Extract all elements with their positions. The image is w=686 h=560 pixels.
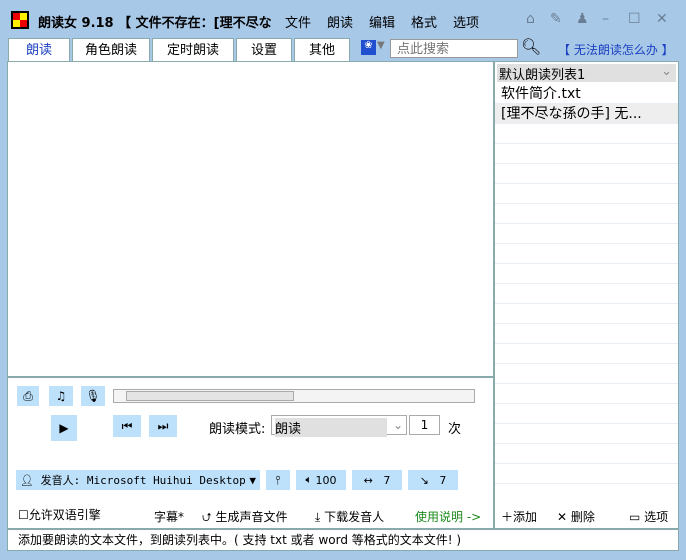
pitch-control[interactable]: ↘ 7: [408, 470, 458, 490]
import-icon[interactable]: ⎙: [17, 386, 39, 406]
control-panel: ⎙ ♫ 🎙︎ ▶ ⏮ ⏭ 朗读模式: 朗读 ⌄ 1 次 👤︎ 发音人: Micro…: [7, 377, 494, 529]
voice-test-icon[interactable]: ⫯: [266, 470, 290, 490]
subtitle-button[interactable]: 字幕*: [154, 508, 184, 525]
download-voice-button[interactable]: ⤓ 下载发音人: [315, 508, 384, 525]
playlist-select[interactable]: 默认朗读列表1 ⌄: [497, 64, 676, 83]
microphone-icon[interactable]: 🎙︎: [81, 386, 105, 406]
progress-scrollbar[interactable]: [113, 389, 475, 403]
app-logo-icon: [11, 11, 29, 29]
repeat-unit: 次: [448, 422, 462, 437]
chevron-down-icon[interactable]: ▼: [377, 40, 385, 51]
voice-select[interactable]: 👤︎ 发音人: Microsoft Huihui Desktop ▼: [16, 470, 260, 490]
home-icon[interactable]: ⌂: [526, 11, 535, 27]
bilingual-checkbox[interactable]: ☐允许双语引擎: [18, 506, 101, 523]
app-title: 朗读女 9.18 【 文件不存在：[理不尽な: [38, 16, 272, 31]
maximize-button[interactable]: ☐: [628, 11, 641, 27]
volume-control[interactable]: 🔈︎ 100: [296, 470, 346, 490]
list-item[interactable]: 软件简介.txt: [495, 84, 678, 104]
text-editor[interactable]: [7, 61, 494, 377]
tab-role-read[interactable]: 角色朗读: [72, 38, 150, 62]
menu-file[interactable]: 文件: [285, 12, 311, 31]
status-bar: 添加要朗读的文本文件，到朗读列表中。( 支持 txt 或者 word 等格式的文…: [7, 529, 679, 551]
tab-settings[interactable]: 设置: [236, 38, 292, 62]
add-button[interactable]: ＋添加: [501, 508, 537, 525]
search-input[interactable]: [390, 39, 518, 58]
tab-other[interactable]: 其他: [294, 38, 350, 62]
skin-icon[interactable]: ♟: [576, 11, 589, 27]
close-button[interactable]: ✕: [656, 11, 668, 27]
mode-select[interactable]: 朗读 ⌄: [271, 415, 407, 437]
pin-icon[interactable]: ✎: [550, 11, 562, 27]
help-link[interactable]: 【 无法朗读怎么办 】: [558, 41, 674, 58]
previous-button[interactable]: ⏮: [113, 415, 141, 437]
tab-timed-read[interactable]: 定时朗读: [152, 38, 234, 62]
list-item[interactable]: [理不尽な孫の手] 无...: [495, 104, 678, 124]
menu-read[interactable]: 朗读: [327, 12, 353, 31]
repeat-input[interactable]: 1: [409, 415, 440, 435]
menu-format[interactable]: 格式: [411, 12, 437, 31]
person-icon: 👤︎: [20, 473, 41, 487]
search-icon[interactable]: 🔍︎: [521, 37, 541, 56]
next-button[interactable]: ⏭: [149, 415, 177, 437]
tab-read[interactable]: 朗读: [8, 38, 70, 63]
playlist-panel: 默认朗读列表1 ⌄ 软件简介.txt [理不尽な孫の手] 无... ＋添加 ✕ 删…: [494, 61, 679, 529]
menu-options[interactable]: 选项: [453, 12, 479, 31]
delete-button[interactable]: ✕ 删除: [557, 508, 595, 525]
manual-link[interactable]: 使用说明 ->: [415, 508, 481, 525]
menu-edit[interactable]: 编辑: [369, 12, 395, 31]
title-bar: 朗读女 9.18 【 文件不存在：[理不尽な 文件 朗读 编辑 格式 选项 ⌂ …: [0, 0, 686, 38]
play-button[interactable]: ▶: [51, 415, 77, 441]
generate-audio-button[interactable]: ⮍ 生成声音文件: [202, 508, 287, 529]
mode-label: 朗读模式:: [209, 422, 266, 437]
baidu-paw-icon[interactable]: ❀: [361, 40, 376, 55]
minimize-button[interactable]: –: [602, 11, 609, 27]
options-button[interactable]: ▭ 选项: [629, 508, 668, 525]
speed-control[interactable]: ↔ 7: [352, 470, 402, 490]
music-icon[interactable]: ♫: [49, 386, 73, 406]
